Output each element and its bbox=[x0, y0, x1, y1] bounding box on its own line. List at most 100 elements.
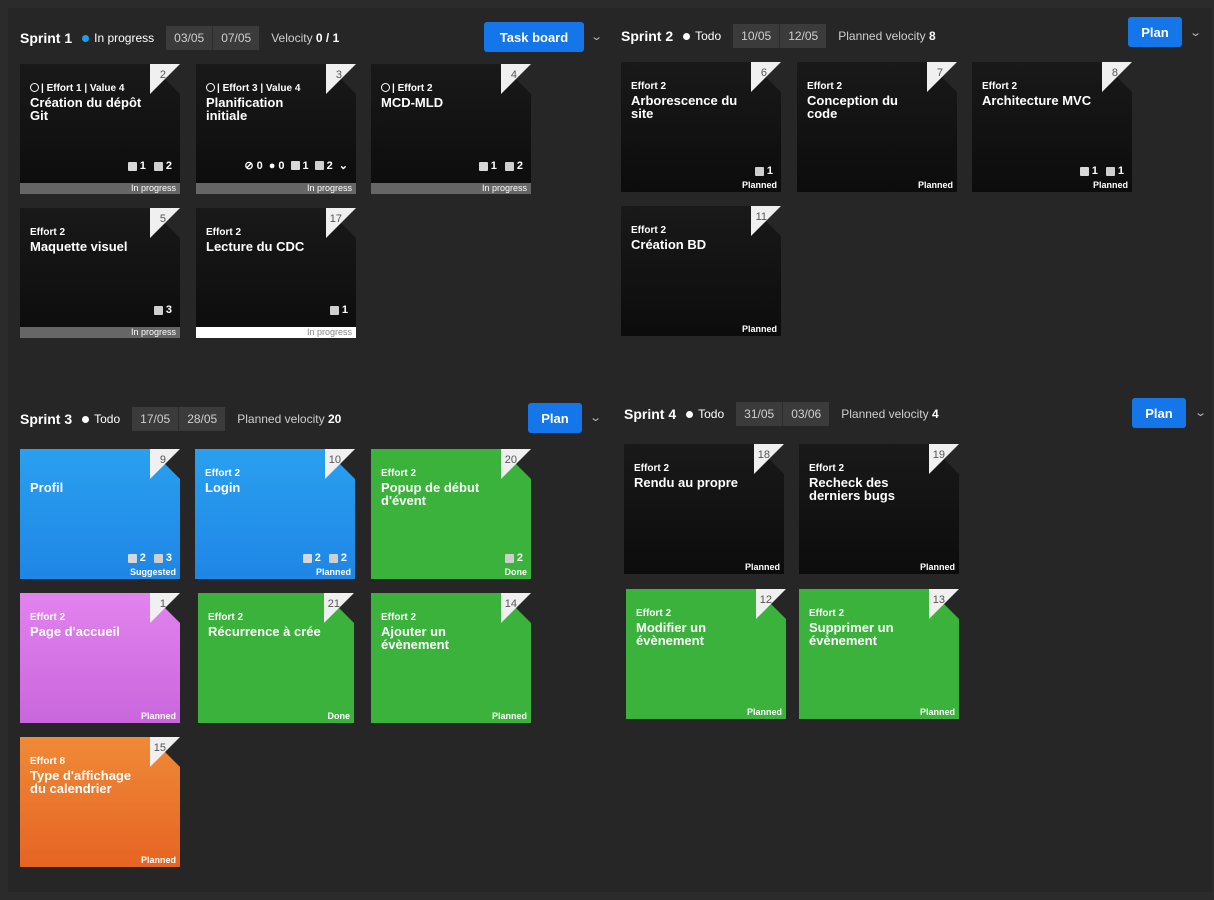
document-icon bbox=[314, 161, 324, 170]
card-title: Lecture du CDC bbox=[206, 239, 305, 254]
card-title: Ajouter un évènement bbox=[381, 624, 449, 652]
card-title: MCD-MLD bbox=[381, 95, 444, 110]
expand-chevron-icon[interactable]: ⌄ bbox=[339, 159, 348, 172]
start-date[interactable]: 10/05 bbox=[733, 29, 779, 43]
doc-count: 1 bbox=[329, 304, 348, 316]
sprint-dates[interactable]: 10/05 12/05 bbox=[733, 24, 827, 48]
card-meta: Effort 2 bbox=[809, 463, 844, 474]
sprint-dates[interactable]: 31/05 03/06 bbox=[736, 402, 830, 426]
card-meta: Effort 2 bbox=[30, 612, 65, 623]
card-status-bar: In progress bbox=[196, 327, 356, 338]
card-title: Maquette visuel bbox=[30, 239, 128, 254]
sprint-4-section: Sprint 4 Todo 31/05 03/06 Planned velocit… bbox=[624, 398, 1210, 728]
checkbox-icon bbox=[302, 553, 312, 563]
chevron-down-icon[interactable]: ⌄ bbox=[1189, 26, 1202, 39]
sprint-title[interactable]: Sprint 4 bbox=[624, 406, 676, 422]
card-number: 19 bbox=[932, 449, 945, 461]
task-card[interactable]: 5 Effort 2 Maquette visuel 3 In progress bbox=[20, 208, 180, 338]
card-meta: Effort 2 bbox=[631, 225, 666, 236]
sprint-title[interactable]: Sprint 1 bbox=[20, 30, 72, 46]
card-number: 2 bbox=[159, 69, 166, 81]
sprint-header: Sprint 4 Todo 31/05 03/06 Planned velocit… bbox=[624, 398, 939, 430]
card-status: Planned bbox=[140, 711, 176, 721]
card-number: 14 bbox=[504, 598, 517, 610]
doc-count: 1 bbox=[1105, 165, 1124, 177]
task-card[interactable]: 4 | Effort 2 MCD-MLD 1 2 In progress bbox=[371, 64, 531, 194]
task-card[interactable]: 19 Effort 2 Recheck des derniers bugs Pl… bbox=[799, 444, 959, 574]
status-dot-icon bbox=[82, 415, 90, 423]
card-status: Done bbox=[327, 711, 351, 721]
plan-button[interactable]: Plan bbox=[528, 403, 582, 433]
chevron-down-icon[interactable]: ⌄ bbox=[1194, 406, 1207, 419]
card-badges: 1 bbox=[329, 304, 348, 316]
task-card[interactable]: 17 Effort 2 Lecture du CDC 1 In progress bbox=[196, 208, 356, 338]
card-badges: ⊘ 0 ● 0 1 2 ⌄ bbox=[244, 159, 348, 173]
task-card[interactable]: 10 Effort 2 Login 2 2 Planned bbox=[195, 449, 355, 579]
start-date[interactable]: 17/05 bbox=[132, 412, 178, 426]
card-title: Login bbox=[205, 480, 241, 495]
checkbox-icon bbox=[127, 553, 137, 563]
task-card[interactable]: 20 Effort 2 Popup de début d'évent 2 Don… bbox=[371, 449, 531, 579]
chevron-down-icon[interactable]: ⌄ bbox=[589, 411, 602, 424]
task-count: 1 bbox=[1079, 165, 1098, 177]
end-date[interactable]: 12/05 bbox=[780, 29, 826, 43]
doc-count: 3 bbox=[153, 552, 172, 564]
task-card[interactable]: 15 Effort 8 Type d'affichage du calendri… bbox=[20, 737, 180, 867]
card-meta: Effort 2 bbox=[381, 468, 416, 479]
circle-icon bbox=[206, 83, 215, 92]
sprint-dates[interactable]: 17/05 28/05 bbox=[132, 407, 226, 431]
doc-count: 2 bbox=[504, 160, 523, 172]
task-card[interactable]: 2 | Effort 1 | Value 4 Création du dépôt… bbox=[20, 64, 180, 194]
doc-count: 1 bbox=[754, 165, 773, 177]
document-icon bbox=[329, 305, 339, 315]
task-card[interactable]: 12 Effort 2 Modifier un évènement Planne… bbox=[626, 589, 786, 719]
card-badges: 1 2 bbox=[127, 160, 172, 172]
velocity: Planned velocity 20 bbox=[237, 412, 342, 426]
sprint-title[interactable]: Sprint 3 bbox=[20, 411, 72, 427]
task-card[interactable]: 1 Effort 2 Page d'accueil Planned bbox=[20, 593, 180, 723]
card-badges: 2 2 bbox=[302, 552, 347, 564]
start-date[interactable]: 03/05 bbox=[166, 31, 212, 45]
card-meta: Effort 2 bbox=[631, 81, 666, 92]
doc-count: 2 bbox=[328, 552, 347, 564]
velocity: Planned velocity 4 bbox=[841, 407, 939, 421]
sprint-title[interactable]: Sprint 2 bbox=[621, 28, 673, 44]
status-dot-icon bbox=[82, 34, 90, 42]
sprint-status: Todo bbox=[683, 29, 721, 43]
task-card[interactable]: 13 Effort 2 Supprimer un évènement Plann… bbox=[799, 589, 959, 719]
task-card[interactable]: 21 Effort 2 Récurrence à crée Done bbox=[198, 593, 354, 723]
task-card[interactable]: 14 Effort 2 Ajouter un évènement Planned bbox=[371, 593, 531, 723]
card-meta: | Effort 2 bbox=[381, 83, 433, 94]
card-number: 5 bbox=[159, 213, 166, 225]
task-board-button[interactable]: Task board bbox=[484, 22, 584, 52]
card-number: 13 bbox=[932, 594, 945, 606]
card-number: 12 bbox=[759, 594, 772, 606]
plan-button[interactable]: Plan bbox=[1128, 17, 1182, 47]
checkbox-icon bbox=[1079, 166, 1089, 176]
card-title: Planification initiale bbox=[206, 95, 284, 123]
task-card[interactable]: 6 Effort 2 Arborescence du site 1 Planne… bbox=[621, 62, 781, 192]
end-date[interactable]: 28/05 bbox=[179, 412, 225, 426]
task-card[interactable]: 11 Effort 2 Création BD Planned bbox=[621, 206, 781, 336]
task-card[interactable]: 8 Effort 2 Architecture MVC 1 1 Planned bbox=[972, 62, 1132, 192]
end-date[interactable]: 03/06 bbox=[783, 407, 829, 421]
task-card[interactable]: 3 | Effort 3 | Value 4 Planification ini… bbox=[196, 64, 356, 194]
card-number: 3 bbox=[335, 69, 342, 81]
sprint-dates[interactable]: 03/05 07/05 bbox=[166, 26, 260, 50]
sprint-2-section: Sprint 2 Todo 10/05 12/05 Planned velocit… bbox=[621, 17, 1211, 360]
card-badges: 2 3 bbox=[127, 552, 172, 564]
start-date[interactable]: 31/05 bbox=[736, 407, 782, 421]
task-card[interactable]: 9 Profil 2 3 Suggested bbox=[20, 449, 180, 579]
document-icon bbox=[504, 161, 514, 171]
plan-button[interactable]: Plan bbox=[1132, 398, 1186, 428]
chevron-down-icon[interactable]: ⌄ bbox=[590, 30, 603, 43]
card-meta: Effort 2 bbox=[807, 81, 842, 92]
end-date[interactable]: 07/05 bbox=[213, 31, 259, 45]
velocity: Velocity 0 / 1 bbox=[271, 31, 340, 45]
card-status: Planned bbox=[491, 711, 527, 721]
sprint-1-section: Sprint 1 In progress 03/05 07/05 Velocity… bbox=[20, 22, 610, 362]
task-card[interactable]: 18 Effort 2 Rendu au propre Planned bbox=[624, 444, 784, 574]
card-title: Récurrence à crée bbox=[208, 624, 321, 639]
card-number: 6 bbox=[760, 67, 767, 79]
task-card[interactable]: 7 Effort 2 Conception du code Planned bbox=[797, 62, 957, 192]
